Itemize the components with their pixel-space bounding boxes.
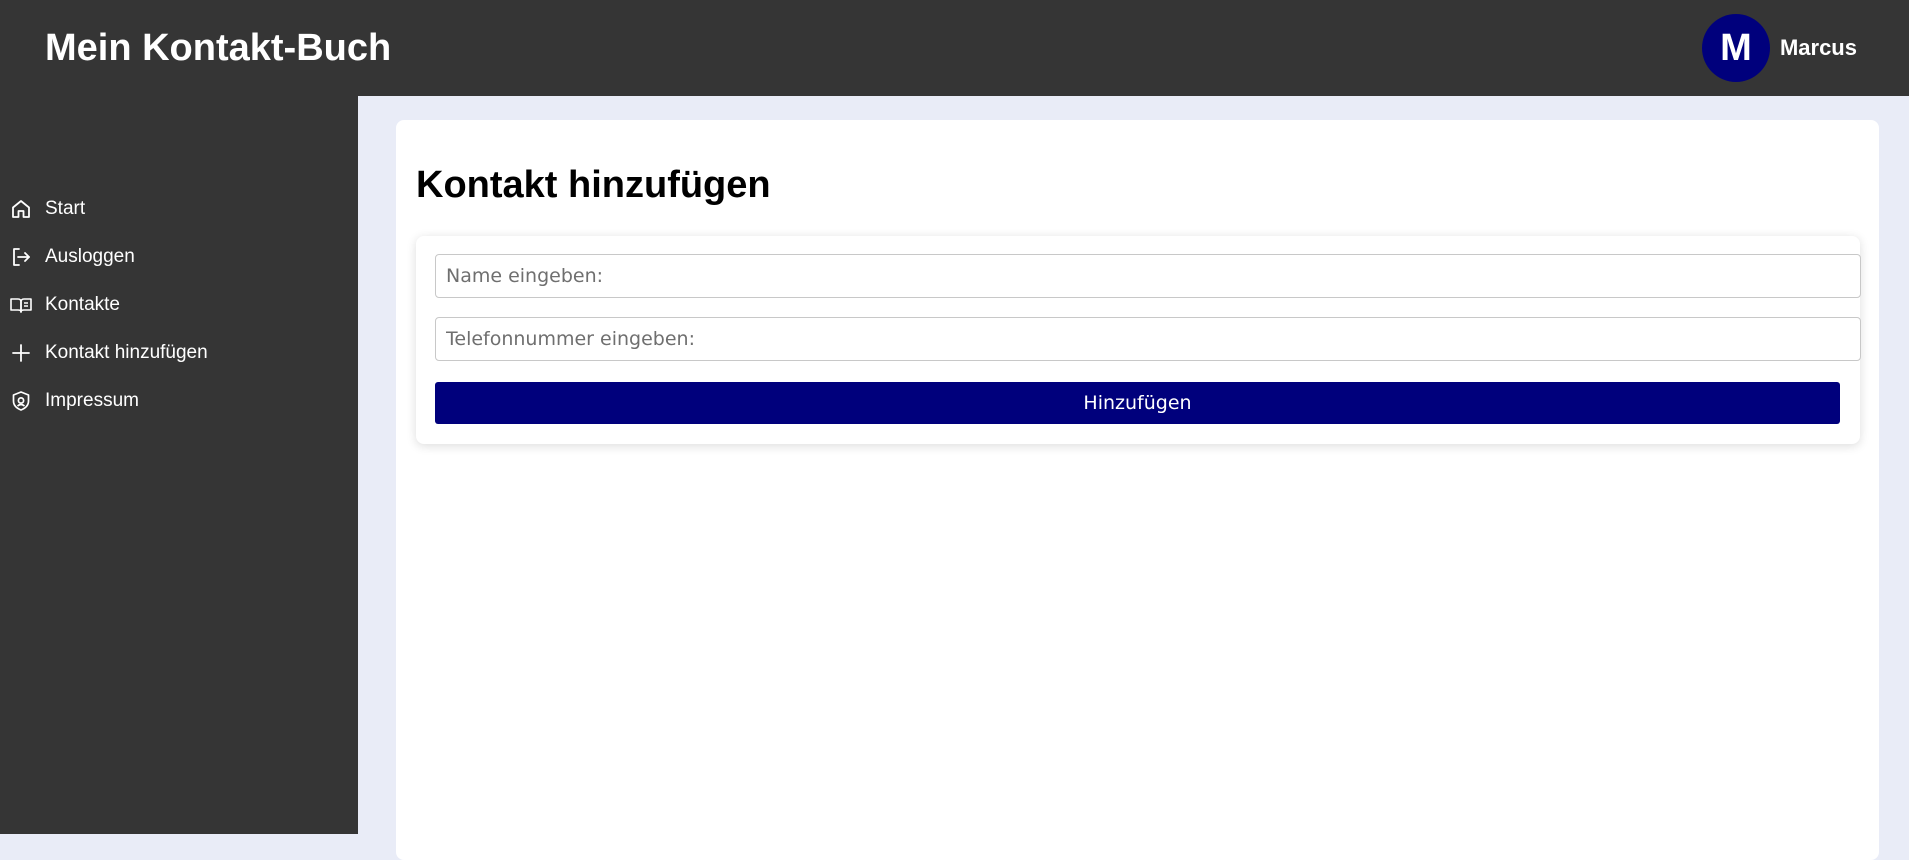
main-content: Kontakt hinzufügen Hinzufügen <box>396 120 1879 860</box>
shield-icon <box>9 389 33 413</box>
book-icon <box>9 293 33 317</box>
plus-icon <box>9 341 33 365</box>
sidebar-nav: Start Ausloggen Kontakte Kontakt hinzufü… <box>0 185 358 425</box>
add-contact-button[interactable]: Hinzufügen <box>435 382 1840 424</box>
avatar[interactable]: M <box>1701 14 1770 82</box>
sidebar-item-ausloggen[interactable]: Ausloggen <box>0 233 358 281</box>
add-contact-form: Hinzufügen <box>416 236 1861 444</box>
sidebar-item-label: Ausloggen <box>45 246 135 267</box>
sidebar-item-label: Kontakt hinzufügen <box>45 342 208 363</box>
sidebar-item-start[interactable]: Start <box>0 185 358 233</box>
sidebar-item-kontakte[interactable]: Kontakte <box>0 281 358 329</box>
sidebar-item-kontakt-hinzufuegen[interactable]: Kontakt hinzufügen <box>0 329 358 377</box>
app-title: Mein Kontakt-Buch <box>45 27 392 69</box>
user-name[interactable]: Marcus <box>1780 35 1857 61</box>
sidebar-item-label: Start <box>45 198 86 219</box>
phone-input[interactable] <box>435 317 1861 361</box>
sidebar-item-label: Impressum <box>45 390 139 411</box>
user-menu[interactable]: M Marcus <box>1701 14 1857 82</box>
sidebar-item-impressum[interactable]: Impressum <box>0 377 358 425</box>
home-icon <box>9 197 33 221</box>
sidebar-item-label: Kontakte <box>45 294 120 315</box>
sidebar: Start Ausloggen Kontakte Kontakt hinzufü… <box>0 96 358 834</box>
top-bar: Mein Kontakt-Buch M Marcus <box>0 0 1909 96</box>
name-input[interactable] <box>435 254 1861 298</box>
logout-icon <box>9 245 33 269</box>
page-title: Kontakt hinzufügen <box>416 164 771 206</box>
